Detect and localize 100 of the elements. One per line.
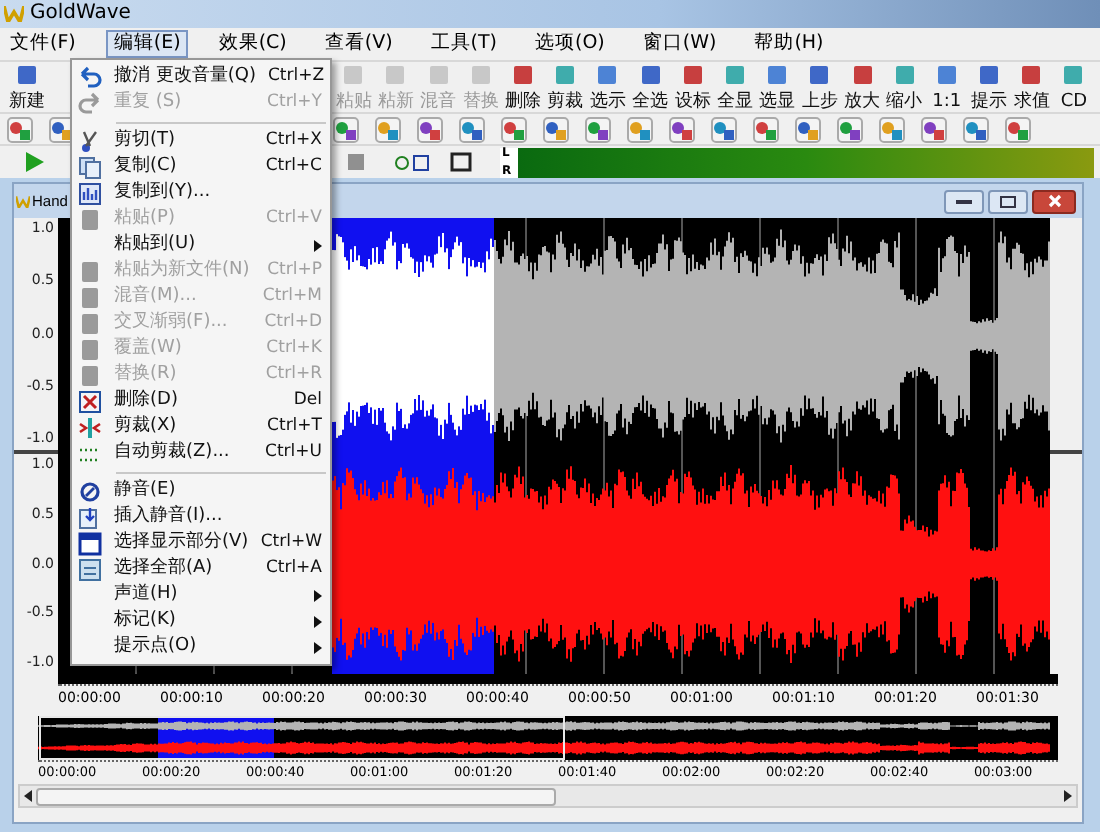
tool-icon[interactable] <box>668 115 696 143</box>
menu-item[interactable]: 效果(C) <box>210 30 295 58</box>
stop-icon[interactable] <box>346 152 366 172</box>
close-button[interactable] <box>1032 189 1076 213</box>
toolbar-button[interactable]: 全选 <box>629 63 672 111</box>
shortcut-label: Ctrl+X <box>265 132 322 150</box>
menu-entry-label: 覆盖(W) <box>114 340 182 358</box>
minimize-button[interactable] <box>944 189 984 213</box>
logo-icon <box>16 195 30 207</box>
menu-entry[interactable]: 自动剪裁(Z)... Ctrl+U <box>72 440 330 466</box>
menu-entry-label: 粘贴(P) <box>114 210 175 228</box>
tool-icon[interactable] <box>542 115 570 143</box>
menu-entry[interactable]: 复制到(Y)... <box>72 180 330 206</box>
menu-entry-label: 复制(C) <box>114 158 177 176</box>
menu-item[interactable]: 文件(F) <box>2 30 84 58</box>
window-icon[interactable] <box>450 152 472 172</box>
toolbar-button[interactable]: 选显 <box>756 63 799 111</box>
menu-item[interactable]: 查看(V) <box>316 30 401 58</box>
scissors-icon <box>78 129 102 153</box>
menu-entry-label: 剪裁(X) <box>114 418 177 436</box>
menu-entry[interactable]: 剪切(T) Ctrl+X <box>72 128 330 154</box>
curved-arrow-icon <box>78 65 102 89</box>
toolbar-button[interactable]: 剪裁 <box>544 63 587 111</box>
menu-entry[interactable]: 声道(H) <box>72 582 330 608</box>
menu-entry[interactable]: 撤消 更改音量(Q) Ctrl+Z <box>72 64 330 90</box>
toolbar-button[interactable]: CD <box>1052 63 1096 111</box>
menu-entry[interactable]: 插入静音(I)... <box>72 504 330 530</box>
toolbar-icon <box>469 63 492 85</box>
tool-icon[interactable] <box>332 115 360 143</box>
tool-icon[interactable] <box>794 115 822 143</box>
clipboard-icon <box>78 363 102 387</box>
toolbar-button[interactable]: 新建 <box>6 63 49 111</box>
menu-entry[interactable]: 删除(D) Del <box>72 388 330 414</box>
trim-icon <box>78 415 102 439</box>
toolbar-button[interactable]: 缩小 <box>883 63 926 111</box>
tool-icon[interactable] <box>1004 115 1032 143</box>
toolbar-button[interactable]: 全显 <box>713 63 757 111</box>
shortcut-label: Ctrl+P <box>267 262 322 280</box>
menu-item[interactable]: 工具(T) <box>422 30 505 58</box>
menu-entry[interactable]: 标记(K) <box>72 608 330 634</box>
tool-icon[interactable] <box>710 115 738 143</box>
shortcut-label: Ctrl+D <box>264 314 322 332</box>
menu-entry-label: 剪切(T) <box>114 132 176 150</box>
insert-icon <box>78 505 102 529</box>
menu-entry[interactable]: 静音(E) <box>72 478 330 504</box>
tool-icon[interactable] <box>416 115 444 143</box>
tool-icon[interactable] <box>394 151 430 173</box>
menu-item[interactable]: 选项(O) <box>527 30 613 58</box>
shortcut-label: Ctrl+T <box>267 418 322 436</box>
tool-icon[interactable] <box>584 115 612 143</box>
toolbar-button[interactable]: 1:1 <box>925 63 968 111</box>
toolbar-icon <box>512 63 535 85</box>
menu-item[interactable]: 窗口(W) <box>634 30 725 58</box>
play-icon[interactable] <box>22 150 46 174</box>
menu-entry[interactable]: 选择显示部分(V) Ctrl+W <box>72 530 330 556</box>
shortcut-label: Ctrl+Z <box>267 68 325 86</box>
tool-icon[interactable] <box>500 115 528 143</box>
menu-entry[interactable]: 复制(C) Ctrl+C <box>72 154 330 180</box>
toolbar-button[interactable]: 选示 <box>586 63 629 111</box>
x-mark-icon <box>78 389 102 413</box>
toolbar-button[interactable]: 提示 <box>968 63 1011 111</box>
shortcut-label: Ctrl+V <box>265 210 322 228</box>
toolbar-icon <box>1020 63 1043 85</box>
toolbar-button[interactable]: 上步 <box>798 63 841 111</box>
chart-icon <box>78 181 102 205</box>
toolbar-icon <box>639 63 662 85</box>
toolbar-icon <box>935 63 958 85</box>
menu-entry-label: 标记(K) <box>114 612 176 630</box>
toolbar-button[interactable]: 设标 <box>671 63 714 111</box>
shortcut-label: Ctrl+R <box>265 366 322 384</box>
submenu-arrow-icon <box>314 641 322 653</box>
left-arrow-icon[interactable] <box>20 788 36 804</box>
menu-entry[interactable]: 粘贴到(U) <box>72 232 330 258</box>
menu-entry[interactable]: 选择全部(A) Ctrl+A <box>72 556 330 582</box>
toolbar-button[interactable]: 放大 <box>840 63 884 111</box>
toolbar-button[interactable]: 求值 <box>1010 63 1053 111</box>
shortcut-label: Ctrl+C <box>265 158 322 176</box>
menu-item[interactable]: 编辑(E) <box>105 30 189 58</box>
menu-entry-label: 选择全部(A) <box>114 560 213 578</box>
menu-entry[interactable]: 提示点(O) <box>72 634 330 660</box>
tool-icon[interactable] <box>836 115 864 143</box>
tool-icon[interactable] <box>6 115 34 143</box>
scrollbar[interactable] <box>18 784 1078 808</box>
shortcut-label: Ctrl+K <box>266 340 322 358</box>
clipboard-icon <box>78 311 102 335</box>
shortcut-label: Ctrl+Y <box>267 94 322 112</box>
toolbar-icon <box>384 63 407 85</box>
right-arrow-icon[interactable] <box>1060 788 1076 804</box>
tool-icon[interactable] <box>752 115 780 143</box>
menu-entry[interactable]: 剪裁(X) Ctrl+T <box>72 414 330 440</box>
menu-entry-label: 复制到(Y)... <box>114 184 211 202</box>
menu-entry-label: 替换(R) <box>114 366 177 384</box>
tool-icon[interactable] <box>962 115 990 143</box>
curved-arrow-icon <box>78 91 102 115</box>
toolbar-icon <box>554 63 577 85</box>
tool-icon[interactable] <box>458 115 486 143</box>
tool-icon[interactable] <box>920 115 948 143</box>
toolbar-button[interactable]: 删除 <box>501 63 545 111</box>
maximize-button[interactable] <box>988 189 1028 213</box>
menu-item[interactable]: 帮助(H) <box>746 30 832 58</box>
